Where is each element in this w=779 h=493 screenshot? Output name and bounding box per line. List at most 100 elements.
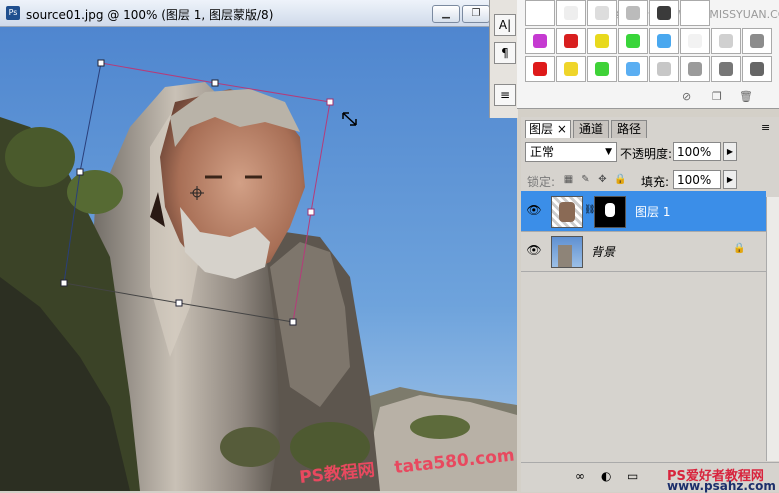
fill-slider-button[interactable]: ▶	[723, 170, 737, 189]
lock-transparency-icon[interactable]: ▦	[563, 174, 574, 185]
style-swatch[interactable]	[680, 56, 710, 82]
style-preview-icon	[595, 62, 609, 76]
distant-rock-face	[360, 395, 517, 491]
transform-handle[interactable]	[97, 59, 105, 67]
style-swatch[interactable]	[587, 28, 617, 54]
style-preview-icon	[564, 62, 578, 76]
layer-thumbnail[interactable]	[551, 236, 583, 268]
opacity-input[interactable]: 100%	[673, 142, 721, 161]
style-preview-icon	[719, 62, 733, 76]
style-swatch[interactable]	[711, 28, 741, 54]
restore-button[interactable]: ❐	[462, 5, 490, 23]
style-preview-icon	[595, 6, 609, 20]
style-preview-icon	[533, 6, 547, 20]
collapsed-panel-column: A| ¶ ≡	[489, 0, 518, 118]
transform-handle[interactable]	[76, 168, 84, 176]
style-preview-icon	[533, 34, 547, 48]
panel-menu-button[interactable]: ≡	[494, 84, 516, 106]
new-group-icon[interactable]: ▭	[627, 469, 638, 483]
style-preview-icon	[688, 34, 702, 48]
style-swatch[interactable]	[711, 56, 741, 82]
new-adjustment-layer-icon[interactable]: ◐	[601, 469, 611, 483]
tab-channels[interactable]: 通道	[573, 120, 609, 138]
layers-scrollbar[interactable]	[766, 197, 779, 461]
style-swatch[interactable]	[556, 0, 586, 26]
layers-tabs: 图层 × 通道 路径 ≡	[521, 117, 779, 138]
no-style-icon[interactable]: ⊘	[682, 90, 691, 103]
panel-menu-icon[interactable]: ≡	[761, 121, 770, 134]
style-preview-icon	[626, 34, 640, 48]
delete-style-icon[interactable]: 🗑	[739, 90, 753, 103]
layer-row-1[interactable]: 👁 ⛓ 图层 1	[521, 191, 766, 232]
style-swatch[interactable]	[587, 56, 617, 82]
lock-pixels-icon[interactable]: ✎	[580, 174, 591, 185]
tab-paths[interactable]: 路径	[611, 120, 647, 138]
style-preview-icon	[657, 34, 671, 48]
layer-mask-thumbnail[interactable]	[594, 196, 626, 228]
layer-name[interactable]: 背景	[591, 243, 615, 260]
layers-bottom-bar: ∞ ◐ ▭ PS爱好者教程网 www.psahz.com	[521, 462, 779, 493]
style-swatch[interactable]	[556, 28, 586, 54]
style-preview-icon	[626, 6, 640, 20]
transform-handle[interactable]	[289, 318, 297, 326]
layer-row-background[interactable]: 👁 背景 🔒	[521, 231, 766, 272]
style-swatch[interactable]	[618, 28, 648, 54]
lock-position-icon[interactable]: ✥	[597, 174, 608, 185]
style-swatch[interactable]	[525, 28, 555, 54]
layer-name[interactable]: 图层 1	[635, 203, 670, 220]
chevron-down-icon: ▼	[605, 147, 612, 157]
blend-mode-value: 正常	[530, 145, 555, 159]
character-panel-button[interactable]: A|	[494, 14, 516, 36]
style-preview-icon	[750, 34, 764, 48]
style-preview-icon	[657, 62, 671, 76]
style-swatch[interactable]	[649, 0, 679, 26]
transform-handle[interactable]	[326, 98, 334, 106]
new-style-icon[interactable]: ❐	[712, 90, 722, 103]
opacity-label: 不透明度:	[620, 147, 673, 161]
layer-lock-icon: 🔒	[733, 243, 746, 254]
style-swatch[interactable]	[742, 28, 772, 54]
tab-label: 图层	[529, 122, 554, 136]
minimize-button[interactable]: ▁	[432, 5, 460, 23]
lock-all-icon[interactable]: 🔒	[614, 174, 626, 185]
tab-close-icon[interactable]: ×	[557, 122, 567, 136]
style-preview-icon	[688, 6, 702, 20]
visibility-eye-icon[interactable]: 👁	[526, 241, 542, 259]
style-swatch[interactable]	[649, 28, 679, 54]
visibility-eye-icon[interactable]: 👁	[526, 201, 542, 219]
style-preview-icon	[595, 34, 609, 48]
transform-handle[interactable]	[175, 299, 183, 307]
style-preview-icon	[626, 62, 640, 76]
opacity-slider-button[interactable]: ▶	[723, 142, 737, 161]
style-swatch[interactable]	[525, 0, 555, 26]
image-canvas[interactable]: PS教程网 tata580.com	[0, 27, 517, 491]
document-title-bar[interactable]: Ps source01.jpg @ 100% (图层 1, 图层蒙版/8) ▁ …	[0, 0, 517, 27]
tree-clump	[5, 127, 75, 187]
style-swatch[interactable]	[742, 56, 772, 82]
restore-icon: ❐	[471, 8, 481, 19]
link-layers-icon[interactable]: ∞	[575, 469, 585, 483]
style-swatch[interactable]	[680, 28, 710, 54]
paragraph-panel-button[interactable]: ¶	[494, 42, 516, 64]
style-preview-icon	[657, 6, 671, 20]
style-preview-icon	[533, 62, 547, 76]
style-swatch[interactable]	[587, 0, 617, 26]
style-swatch[interactable]	[618, 0, 648, 26]
layer-thumbnail[interactable]	[551, 196, 583, 228]
canvas-artwork: PS教程网 tata580.com	[0, 27, 517, 491]
style-swatch[interactable]	[556, 56, 586, 82]
transform-handle[interactable]	[307, 208, 315, 216]
layers-panel: 图层 × 通道 路径 ≡ 正常 ▼ 不透明度: 100% ▶ 锁定: ▦ ✎ ✥…	[521, 117, 779, 493]
style-swatch[interactable]	[525, 56, 555, 82]
blend-mode-select[interactable]: 正常 ▼	[525, 142, 617, 162]
transform-handle[interactable]	[60, 279, 68, 287]
tree-clump	[410, 415, 470, 439]
fill-input[interactable]: 100%	[673, 170, 721, 189]
transform-handle[interactable]	[211, 79, 219, 87]
style-swatch[interactable]	[618, 56, 648, 82]
style-swatch[interactable]	[680, 0, 710, 26]
tab-layers[interactable]: 图层 ×	[525, 120, 571, 138]
style-swatch[interactable]	[649, 56, 679, 82]
document-window: Ps source01.jpg @ 100% (图层 1, 图层蒙版/8) ▁ …	[0, 0, 517, 491]
style-preview-icon	[564, 6, 578, 20]
